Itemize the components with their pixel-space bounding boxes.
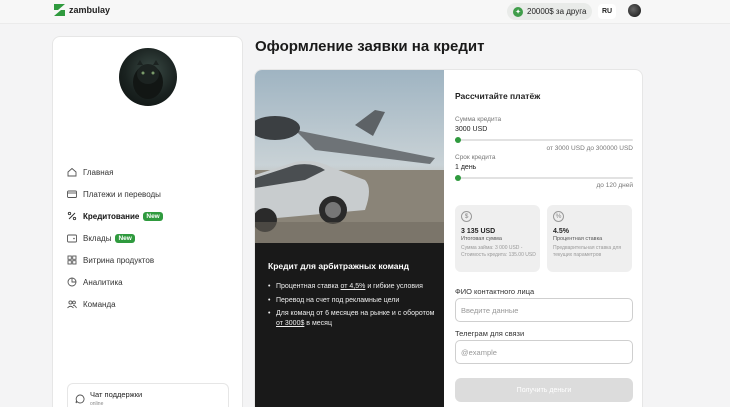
offer-panel: Кредит для арбитражных команд Процентная… (255, 70, 444, 407)
offer-details: Кредит для арбитражных команд Процентная… (255, 243, 444, 407)
page-title: Оформление заявки на кредит (255, 38, 485, 55)
amount-value: 3000 USD (455, 126, 488, 133)
hero-image (255, 70, 444, 243)
user-avatar[interactable] (628, 4, 641, 17)
percent-icon (67, 211, 77, 221)
term-slider-handle[interactable] (455, 175, 461, 181)
top-bar: zambulay ✦ 20000$ за друга RU (0, 0, 730, 24)
rate-label: Процентная ставка (553, 236, 603, 242)
referral-promo-button[interactable]: ✦ 20000$ за друга (507, 3, 593, 20)
analytics-icon (67, 277, 77, 287)
sidebar-item-label: Кредитование (83, 211, 140, 221)
new-badge: New (115, 233, 135, 243)
sidebar-item-analytics[interactable]: Аналитика (67, 271, 232, 293)
name-field-label: ФИО контактного лица (455, 287, 535, 296)
sidebar-item-team[interactable]: Команда (67, 293, 232, 315)
wallet-icon (67, 233, 77, 243)
chat-icon (75, 394, 85, 404)
calculator-title: Рассчитайте платёж (455, 91, 541, 101)
home-icon (67, 167, 77, 177)
sidebar-item-home[interactable]: Главная (67, 161, 232, 183)
sidebar: Главная Платежи и переводы Кредитование … (52, 36, 243, 407)
amount-slider[interactable] (455, 137, 633, 143)
term-label: Срок кредита (455, 154, 496, 161)
sidebar-item-deposits[interactable]: Вклады New (67, 227, 232, 249)
term-slider[interactable] (455, 175, 633, 181)
rate-value: 4.5% (553, 228, 569, 235)
sidebar-item-label: Команда (83, 299, 116, 309)
amount-slider-handle[interactable] (455, 137, 461, 143)
calculator-panel: Рассчитайте платёж Сумма кредита 3000 US… (444, 70, 642, 407)
offer-bullet-transfer: Перевод на счет под рекламные цели (268, 296, 438, 306)
support-status: online (90, 401, 104, 407)
telegram-field-label: Телеграм для связи (455, 329, 525, 338)
gift-icon: ✦ (513, 6, 523, 17)
offer-bullets: Процентная ставка от 4,5% и гибкие услов… (268, 282, 438, 332)
panther-image (133, 60, 163, 99)
contact-name-input[interactable] (455, 298, 633, 322)
total-value: 3 135 USD (461, 228, 496, 235)
promo-text: 20000$ за друга (527, 7, 587, 16)
logo[interactable]: zambulay (54, 4, 110, 16)
total-description: Сумма займа: 3 000 USD - Стоимость креди… (461, 245, 536, 258)
logo-mark-icon (54, 4, 65, 16)
term-value: 1 день (455, 164, 477, 171)
support-chat-button[interactable]: Чат поддержки online (67, 383, 229, 407)
rate-description: Предварительная ставка для текущих парам… (553, 245, 622, 258)
team-icon (67, 299, 77, 309)
rate-link[interactable]: от 4,5% (341, 283, 366, 290)
sidebar-item-label: Витрина продуктов (83, 255, 155, 265)
amount-label: Сумма кредита (455, 116, 502, 123)
language-switcher[interactable]: RU (598, 4, 617, 19)
sidebar-item-products[interactable]: Витрина продуктов (67, 249, 232, 271)
amount-range: от 3000 USD до 300000 USD (546, 145, 633, 152)
sidebar-item-label: Главная (83, 167, 114, 177)
bullet-text: Процентная ставка (276, 283, 341, 290)
grid-icon (67, 255, 77, 265)
sidebar-item-label: Платежи и переводы (83, 189, 161, 199)
sidebar-item-payments[interactable]: Платежи и переводы (67, 183, 232, 205)
sidebar-item-lending[interactable]: Кредитование New (67, 205, 232, 227)
new-badge: New (143, 211, 163, 221)
sidebar-item-label: Аналитика (83, 277, 123, 287)
dollar-icon: $ (461, 211, 472, 222)
bullet-text: Для команд от 6 месяцев на рынке и с обо… (276, 310, 435, 317)
percent-icon: % (553, 211, 564, 222)
profile-avatar[interactable] (119, 48, 177, 106)
offer-title: Кредит для арбитражных команд (268, 261, 410, 271)
loan-application-card: Кредит для арбитражных команд Процентная… (254, 69, 643, 407)
support-title: Чат поддержки (90, 390, 143, 399)
logo-text: zambulay (69, 5, 111, 15)
bullet-text: и гибкие условия (365, 283, 423, 290)
sidebar-nav: Главная Платежи и переводы Кредитование … (67, 161, 232, 315)
sidebar-item-label: Вклады (83, 233, 112, 243)
offer-bullet-requirements: Для команд от 6 месяцев на рынке и с обо… (268, 309, 438, 328)
bullet-text: в месяц (304, 319, 332, 327)
telegram-input[interactable] (455, 340, 633, 364)
term-range: до 120 дней (596, 182, 634, 189)
total-amount-box: $ 3 135 USD Итоговая сумма Сумма займа: … (455, 205, 540, 272)
get-money-button[interactable]: Получить деньги (455, 378, 633, 402)
card-icon (67, 189, 77, 199)
turnover-link[interactable]: от 3000$ (276, 320, 304, 327)
offer-bullet-rate: Процентная ставка от 4,5% и гибкие услов… (268, 282, 438, 292)
interest-rate-box: % 4.5% Процентная ставка Предварительная… (547, 205, 632, 272)
total-label: Итоговая сумма (461, 236, 502, 242)
